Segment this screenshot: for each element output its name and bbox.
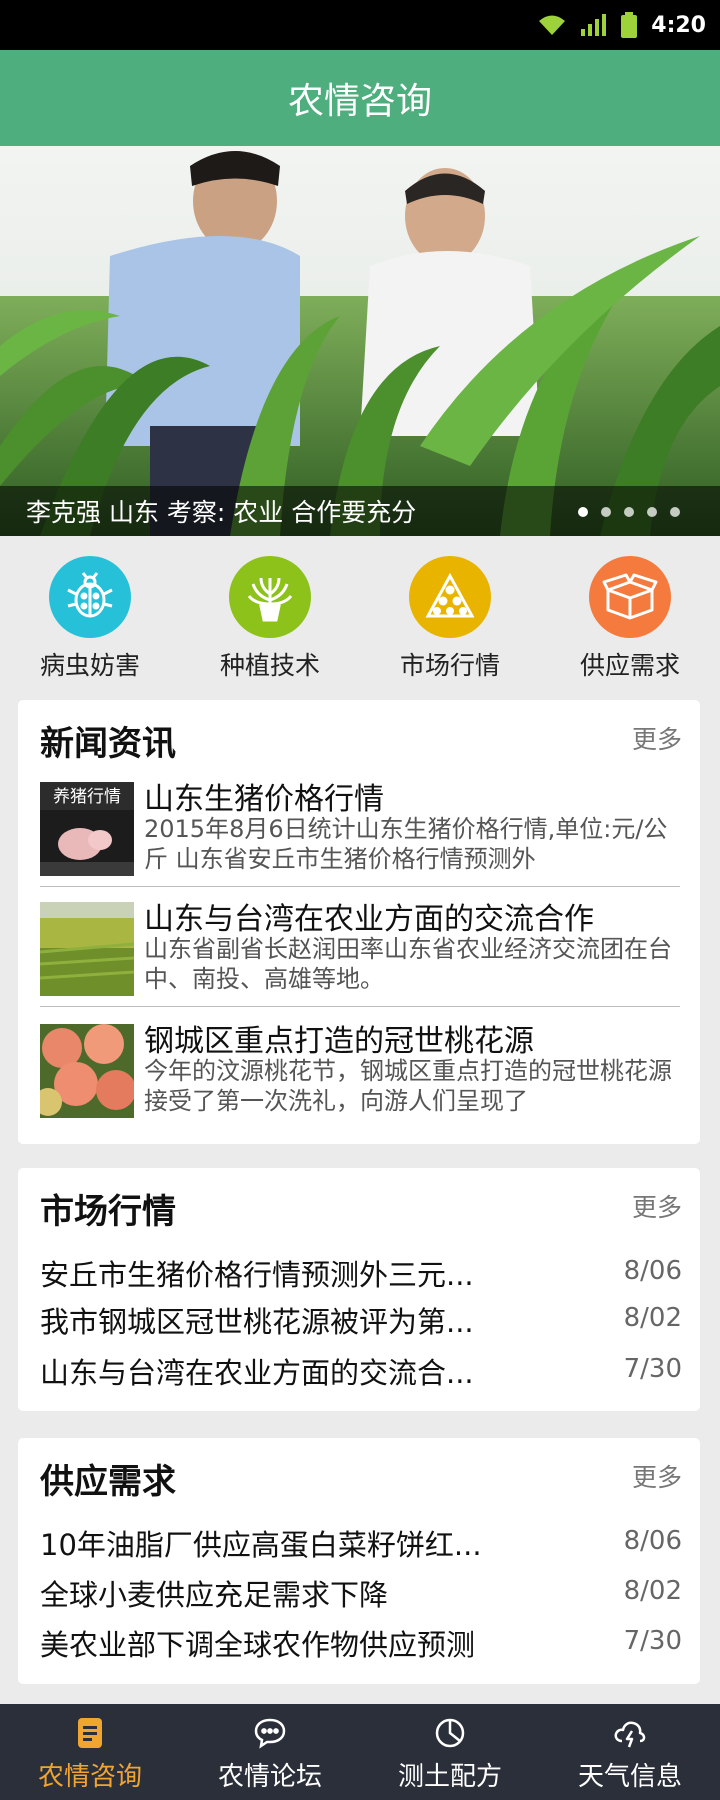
category-label: 供应需求 (579, 651, 680, 680)
tab-farm-forum[interactable]: 农情论坛 (180, 1704, 360, 1800)
supply-card: 供应需求 更多 10年油脂厂供应高蛋白菜籽饼红... 8/06 全球小麦供应充足… (18, 1438, 700, 1684)
market-card-header: 市场行情 更多 (18, 1168, 700, 1238)
news-item[interactable]: 钢城区重点打造的冠世桃花源 今年的汶源桃花节，钢城区重点打造的冠世桃花源接受了第… (40, 1016, 680, 1124)
news-snippet: 山东省副省长赵润田率山东省农业经济交流团在台中、南投、高雄等地。 (144, 935, 672, 993)
news-title: 山东与台湾在农业方面的交流合作 (144, 902, 594, 937)
news-thumbnail (40, 1024, 134, 1118)
news-more-link[interactable]: 更多 (632, 720, 682, 756)
list-item[interactable]: 山东与台湾在农业方面的交流合... 7/30 (40, 1344, 682, 1390)
page-title: 农情咨询 (287, 81, 432, 122)
plant-icon (229, 556, 311, 638)
list-item-title: 山东与台湾在农业方面的交流合... (40, 1356, 474, 1390)
banner-caption: 李克强 山东 考察: 农业 合作要充分 (26, 498, 417, 527)
tab-label: 农情论坛 (217, 1762, 322, 1792)
news-snippet: 2015年8月6日统计山东生猪价格行情,单位:元/公斤 山东省安丘市生猪价格行情… (144, 815, 668, 873)
pie-icon (435, 1718, 465, 1748)
news-thumbnail (40, 902, 134, 996)
list-item-date: 7/30 (623, 1354, 682, 1384)
market-icon (409, 556, 491, 638)
divider (40, 1006, 680, 1007)
list-item-date: 7/30 (623, 1626, 682, 1656)
supply-card-header: 供应需求 更多 (18, 1438, 700, 1508)
carousel-dot[interactable] (601, 507, 611, 517)
status-bar: 4:20 (0, 0, 720, 50)
list-item-date: 8/06 (623, 1526, 682, 1556)
news-title: 钢城区重点打造的冠世桃花源 (144, 1024, 534, 1059)
banner-photo (0, 146, 720, 536)
news-card-header: 新闻资讯 更多 (18, 700, 700, 770)
list-item[interactable]: 美农业部下调全球农作物供应预测 7/30 (40, 1616, 682, 1662)
tab-soil-test[interactable]: 测土配方 (360, 1704, 540, 1800)
list-item-title: 我市钢城区冠世桃花源被评为第... (40, 1305, 474, 1339)
category-label: 病虫妨害 (39, 651, 140, 680)
category-planting[interactable]: 种植技术 (180, 536, 360, 688)
news-item[interactable]: 养猪行情 山东生猪价格行情 2015年8月6日统计山东生猪价格行情,单位:元/公… (40, 774, 680, 882)
tab-farm-news[interactable]: 农情咨询 (0, 1704, 180, 1800)
carousel-dot[interactable] (647, 507, 657, 517)
list-item[interactable]: 10年油脂厂供应高蛋白菜籽饼红... 8/06 (40, 1516, 682, 1562)
box-icon (589, 556, 671, 638)
list-item-title: 全球小麦供应充足需求下降 (40, 1578, 389, 1612)
category-grid: 病虫妨害 种植技术 市场行情 供应需求 (0, 536, 720, 688)
wifi-icon (539, 15, 566, 35)
category-label: 市场行情 (399, 651, 500, 680)
list-item[interactable]: 安丘市生猪价格行情预测外三元... 8/06 (40, 1246, 682, 1292)
list-item[interactable]: 全球小麦供应充足需求下降 8/02 (40, 1566, 682, 1612)
ladybug-icon (49, 556, 131, 638)
bottom-nav: 农情咨询 农情论坛 测土配方 天气信息 (0, 1704, 720, 1800)
app-bar: 农情咨询 (0, 50, 720, 146)
category-market[interactable]: 市场行情 (360, 536, 540, 688)
carousel-dot[interactable] (578, 507, 588, 517)
signal-icon (581, 14, 607, 36)
list-item-title: 美农业部下调全球农作物供应预测 (40, 1628, 476, 1662)
tab-label: 天气信息 (577, 1762, 682, 1792)
thumb-text: 养猪行情 (53, 787, 121, 807)
list-item-date: 8/02 (623, 1303, 682, 1333)
news-section-title: 新闻资讯 (40, 724, 176, 764)
news-item[interactable]: 山东与台湾在农业方面的交流合作 山东省副省长赵润田率山东省农业经济交流团在台中、… (40, 894, 680, 1002)
news-title: 山东生猪价格行情 (144, 782, 384, 817)
list-item-date: 8/06 (623, 1256, 682, 1286)
tab-label: 测土配方 (397, 1762, 502, 1792)
supply-more-link[interactable]: 更多 (632, 1458, 682, 1494)
carousel-dot[interactable] (670, 507, 680, 517)
divider (40, 886, 680, 887)
cloud-bolt-icon (614, 1721, 646, 1748)
list-item-date: 8/02 (623, 1576, 682, 1606)
tab-label: 农情咨询 (37, 1762, 142, 1792)
banner-carousel[interactable]: 李克强 山东 考察: 农业 合作要充分 (0, 146, 720, 536)
supply-section-title: 供应需求 (40, 1462, 176, 1502)
battery-icon (621, 12, 638, 38)
carousel-indicator (578, 507, 680, 517)
clock-time: 4:20 (651, 12, 706, 38)
news-thumbnail: 养猪行情 (40, 782, 134, 876)
market-more-link[interactable]: 更多 (632, 1188, 682, 1224)
list-item-title: 10年油脂厂供应高蛋白菜籽饼红... (40, 1528, 482, 1562)
list-item[interactable]: 我市钢城区冠世桃花源被评为第... 8/02 (40, 1293, 682, 1339)
market-section-title: 市场行情 (40, 1192, 176, 1232)
carousel-dot[interactable] (624, 507, 634, 517)
category-supply[interactable]: 供应需求 (540, 536, 720, 688)
list-item-title: 安丘市生猪价格行情预测外三元... (40, 1258, 474, 1292)
category-pest[interactable]: 病虫妨害 (0, 536, 180, 688)
market-card: 市场行情 更多 安丘市生猪价格行情预测外三元... 8/06 我市钢城区冠世桃花… (18, 1168, 700, 1411)
news-card: 新闻资讯 更多 养猪行情 山东生猪价格行情 2015年8月6日统计山东生猪价格行… (18, 700, 700, 1144)
news-snippet: 今年的汶源桃花节，钢城区重点打造的冠世桃花源接受了第一次洗礼，向游人们呈现了 (144, 1057, 672, 1115)
document-icon (78, 1718, 102, 1748)
tab-weather[interactable]: 天气信息 (540, 1704, 720, 1800)
chat-icon (254, 1718, 286, 1749)
category-label: 种植技术 (219, 651, 320, 680)
